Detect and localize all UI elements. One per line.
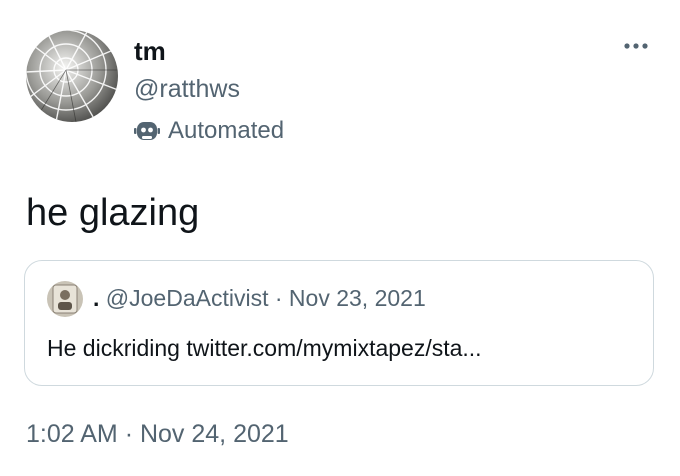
quoted-meta: . @JoeDaActivist · Nov 23, 2021 bbox=[93, 283, 426, 313]
author-display-name[interactable]: tm bbox=[134, 36, 166, 66]
shattered-glass-avatar-icon bbox=[26, 30, 118, 122]
automated-label: Automated bbox=[168, 117, 285, 144]
quoted-tweet[interactable]: . @JoeDaActivist · Nov 23, 2021 He dickr… bbox=[24, 260, 654, 386]
tweet-timestamp[interactable]: 1:02 AM · Nov 24, 2021 bbox=[26, 418, 289, 450]
quoted-text: He dickriding twitter.com/mymixtapez/sta… bbox=[47, 335, 482, 361]
author-handle[interactable]: @ratthws bbox=[134, 74, 240, 104]
quoted-handle[interactable]: @JoeDaActivist bbox=[106, 285, 269, 311]
quoted-avatar-icon bbox=[47, 281, 83, 317]
quoted-date[interactable]: Nov 23, 2021 bbox=[289, 285, 426, 311]
tweet-text: he glazing bbox=[26, 192, 200, 234]
more-options-button[interactable] bbox=[618, 36, 654, 56]
quoted-author-name[interactable]: . bbox=[93, 285, 99, 311]
timestamp-time[interactable]: 1:02 AM bbox=[26, 420, 118, 448]
quoted-separator: · bbox=[274, 285, 283, 311]
automated-badge: Automated bbox=[134, 116, 284, 146]
timestamp-date[interactable]: Nov 24, 2021 bbox=[140, 420, 289, 448]
quoted-author-avatar[interactable] bbox=[47, 281, 83, 317]
author-avatar[interactable] bbox=[26, 30, 118, 122]
more-dots-icon bbox=[624, 43, 648, 49]
timestamp-separator: · bbox=[124, 420, 134, 448]
robot-icon bbox=[134, 122, 160, 140]
